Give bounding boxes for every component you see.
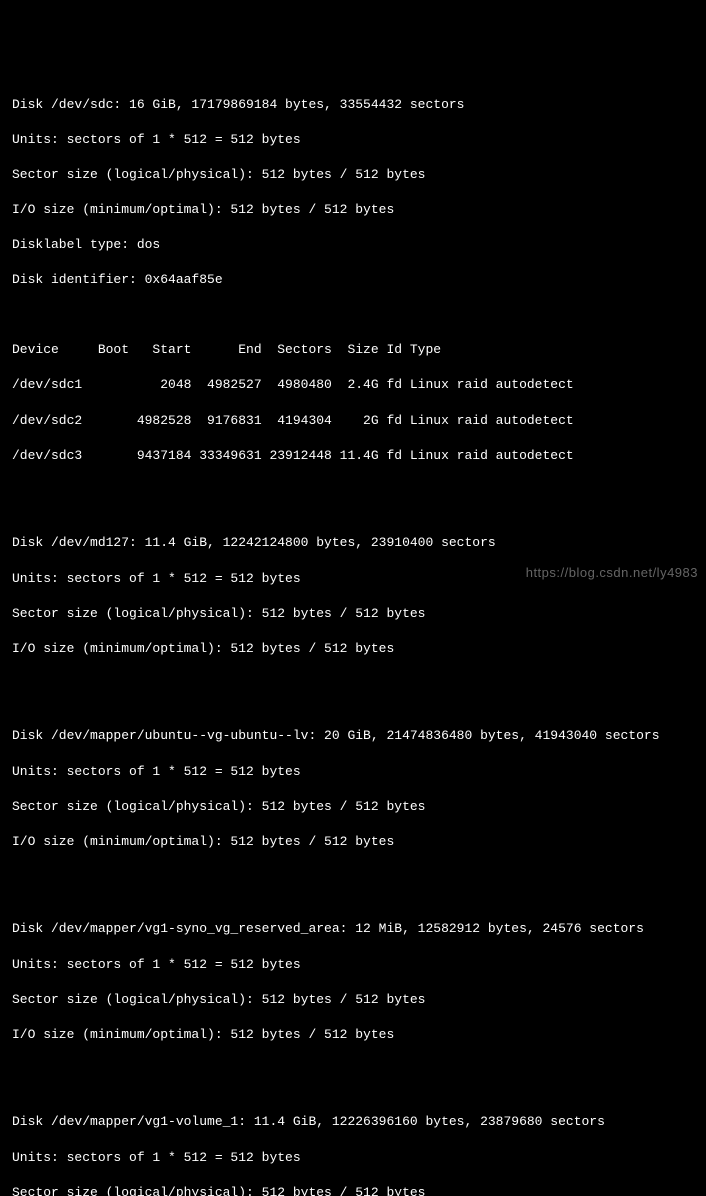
disk-units: Units: sectors of 1 * 512 = 512 bytes xyxy=(12,956,694,974)
partition-row: /dev/sdc1 2048 4982527 4980480 2.4G fd L… xyxy=(12,376,694,394)
disk-io: I/O size (minimum/optimal): 512 bytes / … xyxy=(12,201,694,219)
disk-io: I/O size (minimum/optimal): 512 bytes / … xyxy=(12,1026,694,1044)
partition-row: /dev/sdc2 4982528 9176831 4194304 2G fd … xyxy=(12,412,694,430)
disk-identifier: Disk identifier: 0x64aaf85e xyxy=(12,271,694,289)
disk-units: Units: sectors of 1 * 512 = 512 bytes xyxy=(12,763,694,781)
disk-io: I/O size (minimum/optimal): 512 bytes / … xyxy=(12,833,694,851)
disk-units: Units: sectors of 1 * 512 = 512 bytes xyxy=(12,1149,694,1167)
partition-row: /dev/sdc3 9437184 33349631 23912448 11.4… xyxy=(12,447,694,465)
terminal-output: Disk /dev/sdc: 16 GiB, 17179869184 bytes… xyxy=(12,78,694,1196)
disk-sector: Sector size (logical/physical): 512 byte… xyxy=(12,605,694,623)
partition-table-header: Device Boot Start End Sectors Size Id Ty… xyxy=(12,341,694,359)
disk-sector: Sector size (logical/physical): 512 byte… xyxy=(12,798,694,816)
disk-io: I/O size (minimum/optimal): 512 bytes / … xyxy=(12,640,694,658)
disk-sector: Sector size (logical/physical): 512 byte… xyxy=(12,1184,694,1196)
disk-header: Disk /dev/mapper/ubuntu--vg-ubuntu--lv: … xyxy=(12,727,694,745)
disk-header: Disk /dev/mapper/vg1-syno_vg_reserved_ar… xyxy=(12,920,694,938)
disk-units: Units: sectors of 1 * 512 = 512 bytes xyxy=(12,131,694,149)
disk-header: Disk /dev/md127: 11.4 GiB, 12242124800 b… xyxy=(12,534,694,552)
disk-sector: Sector size (logical/physical): 512 byte… xyxy=(12,991,694,1009)
disk-disklabel: Disklabel type: dos xyxy=(12,236,694,254)
watermark: https://blog.csdn.net/ly4983 xyxy=(526,564,698,582)
disk-sector: Sector size (logical/physical): 512 byte… xyxy=(12,166,694,184)
disk-header: Disk /dev/mapper/vg1-volume_1: 11.4 GiB,… xyxy=(12,1113,694,1131)
disk-header: Disk /dev/sdc: 16 GiB, 17179869184 bytes… xyxy=(12,96,694,114)
